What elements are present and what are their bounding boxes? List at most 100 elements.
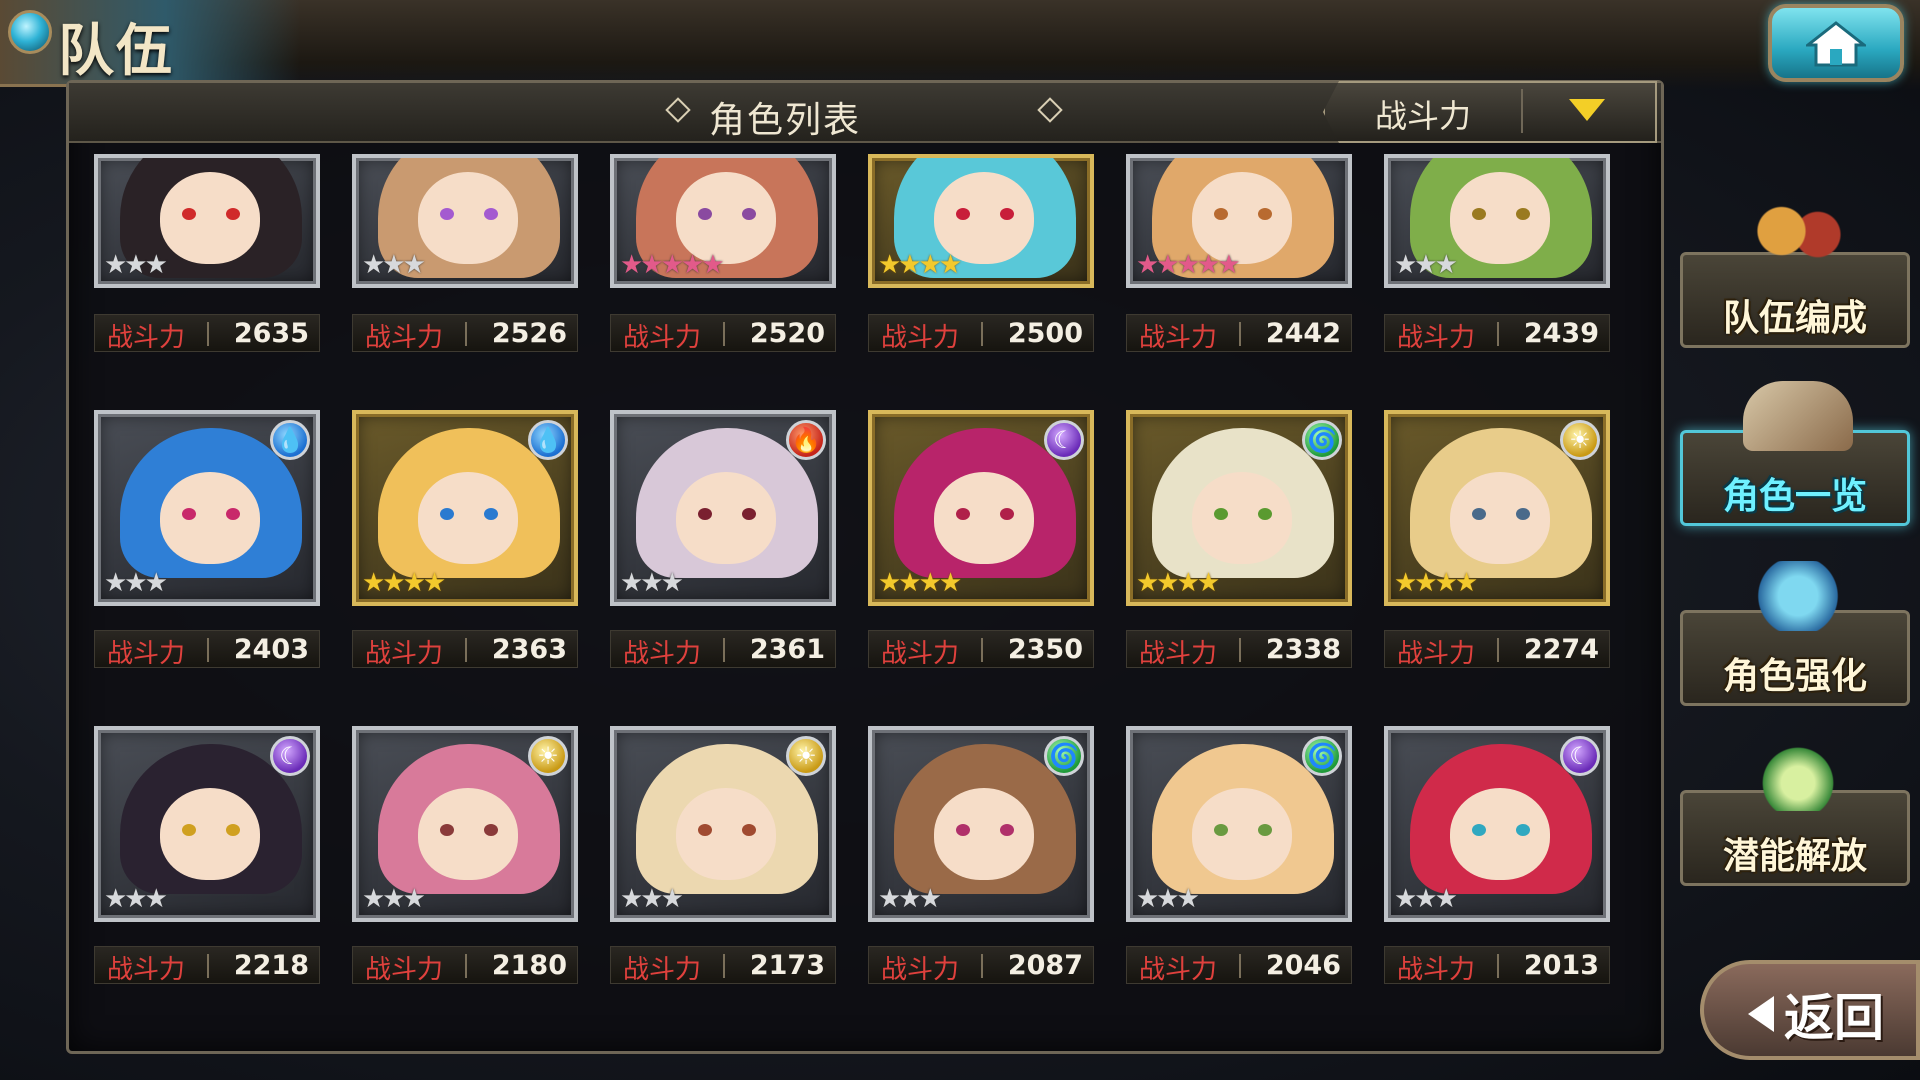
character-face — [1450, 788, 1550, 880]
character-eye — [742, 824, 756, 836]
character-eye — [1000, 508, 1014, 520]
power-label: 战斗力 — [881, 955, 960, 985]
power-label: 战斗力 — [1397, 639, 1476, 669]
power-separator — [1497, 954, 1499, 978]
side-menu-button[interactable]: 队伍编成 — [1680, 203, 1910, 348]
character-portrait[interactable]: ★★★ 🔥 — [610, 410, 836, 606]
character-face — [1450, 472, 1550, 564]
power-value: 2442 — [1265, 318, 1341, 349]
character-eye — [484, 208, 498, 220]
character-eye — [182, 824, 196, 836]
character-portrait[interactable]: ★★★ — [94, 154, 320, 288]
rarity-stars: ★★★ — [1394, 884, 1458, 914]
character-portrait[interactable]: ★★★ ☀ — [610, 726, 836, 922]
power-row: 战斗力 2361 — [610, 630, 836, 669]
dark-element-icon: ☾ — [1560, 736, 1600, 776]
character-portrait[interactable]: ★★★ ☀ — [352, 726, 578, 922]
rarity-stars: ★★★ — [620, 884, 684, 914]
book-icon — [1743, 381, 1853, 451]
power-separator — [981, 638, 983, 662]
dark-element-icon: ☾ — [1044, 420, 1084, 460]
wind-element-icon: 🌀 — [1302, 736, 1342, 776]
character-portrait[interactable]: ★★★ — [1384, 154, 1610, 288]
power-row: 战斗力 2439 — [1384, 314, 1610, 353]
potential-orb-icon — [1743, 741, 1853, 811]
power-value: 2173 — [749, 950, 825, 981]
side-menu-label: 角色一览 — [1722, 476, 1867, 517]
rarity-stars: ★★★ — [362, 884, 426, 914]
power-value: 2046 — [1265, 950, 1341, 981]
power-value: 2274 — [1523, 634, 1599, 665]
power-row: 战斗力 2350 — [868, 630, 1094, 669]
power-row: 战斗力 2013 — [1384, 946, 1610, 985]
character-portrait[interactable]: ★★★★ 💧 — [352, 410, 578, 606]
character-portrait[interactable]: ★★★★ ☀ — [1384, 410, 1610, 606]
power-separator — [723, 322, 725, 346]
power-row: 战斗力 2363 — [352, 630, 578, 669]
sort-dropdown[interactable]: 战斗力 — [1323, 81, 1657, 143]
back-button[interactable]: 返回 — [1700, 960, 1920, 1060]
character-portrait[interactable]: ★★★ 🌀 — [868, 726, 1094, 922]
character-portrait[interactable]: ★★★ 💧 — [94, 410, 320, 606]
power-label: 战斗力 — [1397, 955, 1476, 985]
character-eye — [484, 824, 498, 836]
power-label: 战斗力 — [365, 323, 444, 353]
character-eye — [1472, 508, 1486, 520]
character-eye — [1472, 824, 1486, 836]
character-eye — [742, 208, 756, 220]
character-face — [934, 472, 1034, 564]
power-row: 战斗力 2218 — [94, 946, 320, 985]
power-value: 2635 — [233, 318, 309, 349]
rarity-stars: ★★★★★ — [620, 250, 725, 280]
character-face — [934, 788, 1034, 880]
screen-title: 队伍 — [58, 18, 174, 84]
character-eye — [1000, 208, 1014, 220]
rarity-stars: ★★★ — [104, 884, 168, 914]
character-eye — [182, 508, 196, 520]
character-eye — [1214, 208, 1228, 220]
character-face — [160, 172, 260, 264]
character-eye — [1214, 508, 1228, 520]
character-eye — [226, 824, 240, 836]
character-portrait[interactable]: ★★★★★ — [1126, 154, 1352, 288]
power-separator — [981, 322, 983, 346]
side-menu-button[interactable]: 潜能解放 — [1680, 741, 1910, 886]
character-portrait[interactable]: ★★★ 🌀 — [1126, 726, 1352, 922]
character-portrait[interactable]: ★★★ ☾ — [94, 726, 320, 922]
side-menu-button[interactable]: 角色一览 — [1680, 381, 1910, 526]
power-label: 战斗力 — [107, 323, 186, 353]
power-value: 2526 — [491, 318, 567, 349]
character-portrait[interactable]: ★★★★ — [868, 154, 1094, 288]
character-eye — [226, 508, 240, 520]
home-icon — [1806, 21, 1866, 67]
fire-element-icon: 🔥 — [786, 420, 826, 460]
character-portrait[interactable]: ★★★★★ — [610, 154, 836, 288]
character-eye — [182, 208, 196, 220]
character-eye — [440, 508, 454, 520]
character-portrait[interactable]: ★★★★ ☾ — [868, 410, 1094, 606]
character-portrait[interactable]: ★★★ — [352, 154, 578, 288]
side-menu-label: 潜能解放 — [1722, 836, 1867, 877]
character-eye — [1516, 508, 1530, 520]
power-row: 战斗力 2403 — [94, 630, 320, 669]
water-element-icon: 💧 — [528, 420, 568, 460]
power-row: 战斗力 2635 — [94, 314, 320, 353]
character-face — [418, 788, 518, 880]
sort-divider — [1521, 89, 1523, 133]
screen-title-plate: 队伍 — [0, 0, 300, 87]
character-portrait[interactable]: ★★★ ☾ — [1384, 726, 1610, 922]
power-value: 2500 — [1007, 318, 1083, 349]
power-value: 2218 — [233, 950, 309, 981]
side-menu-label: 角色强化 — [1722, 656, 1867, 697]
power-label: 战斗力 — [107, 955, 186, 985]
character-eye — [698, 208, 712, 220]
character-portrait[interactable]: ★★★★ 🌀 — [1126, 410, 1352, 606]
side-menu-button[interactable]: 角色强化 — [1680, 561, 1910, 706]
power-label: 战斗力 — [1139, 639, 1218, 669]
rarity-stars: ★★★ — [878, 884, 942, 914]
dropdown-arrow-icon[interactable] — [1569, 99, 1605, 121]
power-value: 2520 — [749, 318, 825, 349]
character-eye — [484, 508, 498, 520]
power-separator — [723, 638, 725, 662]
home-button[interactable] — [1768, 4, 1904, 82]
